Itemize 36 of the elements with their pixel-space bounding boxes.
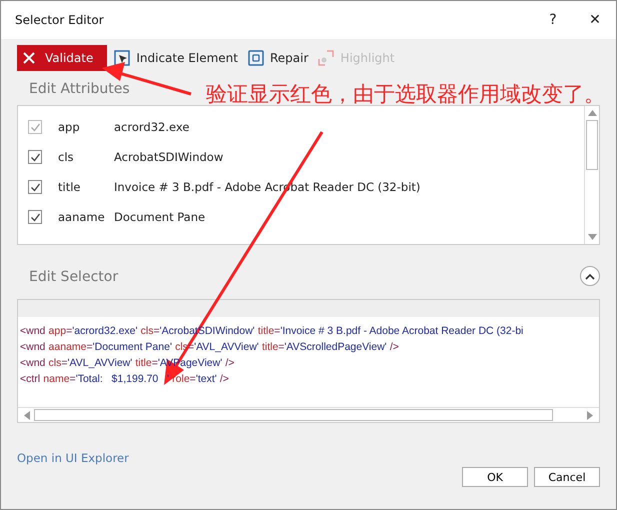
target-icon xyxy=(248,50,264,66)
help-button[interactable]: ? xyxy=(532,1,574,39)
section-heading: Edit Selector xyxy=(28,268,118,287)
dialog-button[interactable]: Cancel xyxy=(534,467,600,487)
highlight-icon xyxy=(318,50,334,66)
validate-button[interactable]: Validate xyxy=(17,45,108,71)
toolbar-button[interactable]: Indicate Element xyxy=(111,50,241,66)
chevron-icon xyxy=(585,272,595,280)
down-arrow-icon xyxy=(588,234,596,240)
up-arrow-icon xyxy=(588,110,596,116)
right-arrow-icon xyxy=(587,410,593,420)
code-editor[interactable] xyxy=(17,299,600,423)
attribute-value: AcrobatSDIWindow xyxy=(114,150,224,164)
attribute-value: acrord32.exe xyxy=(114,120,190,134)
attribute-value: Document Pane xyxy=(114,210,206,224)
cross-icon xyxy=(23,52,35,64)
open-explorer-link[interactable]: Open in UI Explorer xyxy=(17,451,129,465)
attribute-name: aaname xyxy=(58,210,106,224)
code-line: <ctrl name='Total: $1,199.70 ' role='text' /> xyxy=(20,372,230,387)
checkbox[interactable] xyxy=(28,150,42,164)
attribute-name: app xyxy=(58,120,81,134)
attribute-name: cls xyxy=(58,150,75,164)
left-arrow-icon xyxy=(24,410,30,420)
window-title: Selector Editor xyxy=(15,13,105,27)
close-button[interactable]: ✕ xyxy=(574,1,616,39)
checkbox[interactable] xyxy=(28,210,42,224)
dialog-button[interactable]: OK xyxy=(462,467,528,487)
toolbar-button[interactable]: Repair xyxy=(245,50,312,66)
checkbox[interactable] xyxy=(28,180,42,194)
annotation-text: 验证显示红色，由于选取器作用域改变了。 xyxy=(206,81,606,108)
collapse-button[interactable] xyxy=(580,266,600,286)
horizontal-scrollbar[interactable] xyxy=(18,407,599,422)
vertical-scrollbar[interactable] xyxy=(584,106,599,244)
section-heading: Edit Attributes xyxy=(28,80,130,99)
attribute-name: title xyxy=(58,180,82,194)
cursor-icon xyxy=(114,50,130,66)
